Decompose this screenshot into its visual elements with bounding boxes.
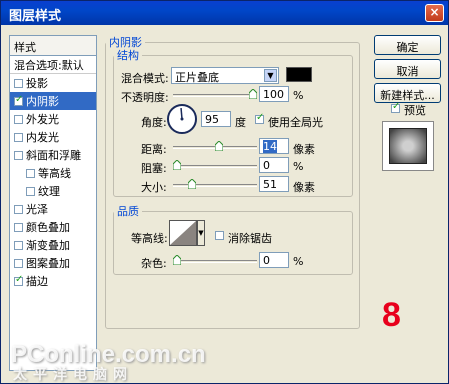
distance-slider-thumb[interactable] bbox=[214, 141, 223, 151]
style-checkbox[interactable] bbox=[14, 132, 23, 142]
distance-value: 14 bbox=[263, 140, 277, 153]
style-list-label: 图案叠加 bbox=[26, 257, 70, 270]
style-list-label: 渐变叠加 bbox=[26, 239, 70, 252]
cancel-button[interactable]: 取消 bbox=[374, 59, 441, 79]
noise-unit: % bbox=[293, 255, 304, 268]
global-light-label: 使用全局光 bbox=[268, 116, 323, 129]
opacity-slider-thumb[interactable] bbox=[249, 89, 257, 99]
size-unit: 像素 bbox=[293, 181, 315, 194]
style-checkbox[interactable] bbox=[14, 204, 23, 214]
noise-slider-track[interactable] bbox=[173, 260, 257, 263]
style-checkbox[interactable] bbox=[14, 274, 23, 286]
preview-label: 预览 bbox=[404, 104, 426, 117]
blending-options-item[interactable]: 混合选项:默认 bbox=[10, 56, 96, 74]
style-checkbox[interactable] bbox=[14, 78, 23, 88]
step-number: 8 bbox=[382, 296, 401, 334]
opacity-slider-track[interactable] bbox=[173, 94, 257, 97]
contour-dropdown-icon[interactable]: ▼ bbox=[197, 220, 205, 246]
style-list-item[interactable]: 内发光 bbox=[10, 128, 96, 146]
style-list-label: 内阴影 bbox=[26, 95, 59, 108]
preview-checkbox[interactable] bbox=[391, 101, 400, 113]
size-input[interactable]: 51 bbox=[259, 176, 289, 192]
style-checkbox[interactable] bbox=[14, 240, 23, 250]
watermark-subtext: 太平洋电脑网 bbox=[13, 367, 133, 383]
contour-curve-icon bbox=[170, 221, 196, 245]
angle-input[interactable]: 95 bbox=[201, 111, 231, 127]
style-list-label: 等高线 bbox=[38, 167, 71, 180]
choke-slider-track[interactable] bbox=[173, 165, 257, 168]
size-label: 大小: bbox=[141, 181, 167, 194]
ok-button[interactable]: 确定 bbox=[374, 35, 441, 55]
choke-label: 阻塞: bbox=[141, 162, 167, 175]
style-list-item[interactable]: 光泽 bbox=[10, 200, 96, 218]
style-checkbox[interactable] bbox=[14, 222, 23, 232]
style-checkbox[interactable] bbox=[26, 168, 35, 178]
blend-mode-label: 混合模式: bbox=[121, 72, 169, 85]
style-list-label: 纹理 bbox=[38, 185, 60, 198]
style-checkbox[interactable] bbox=[26, 186, 35, 196]
angle-unit: 度 bbox=[235, 116, 246, 129]
close-button[interactable]: × bbox=[425, 4, 444, 22]
styles-list: 样式 混合选项:默认 投影内阴影外发光内发光斜面和浮雕等高线纹理光泽颜色叠加渐变… bbox=[9, 35, 97, 371]
title-bar: 图层样式 × bbox=[1, 1, 448, 25]
choke-slider-thumb[interactable] bbox=[173, 160, 181, 170]
style-list-item[interactable]: 斜面和浮雕 bbox=[10, 146, 96, 164]
styles-header[interactable]: 样式 bbox=[10, 36, 96, 56]
blend-mode-select[interactable]: 正片叠底 ▼ bbox=[171, 67, 279, 84]
layer-style-dialog: 图层样式 × 样式 混合选项:默认 投影内阴影外发光内发光斜面和浮雕等高线纹理光… bbox=[0, 0, 449, 384]
quality-legend: 品质 bbox=[117, 205, 139, 218]
chevron-down-icon[interactable]: ▼ bbox=[264, 69, 277, 82]
style-list-item[interactable]: 内阴影 bbox=[10, 92, 96, 110]
style-list-label: 斜面和浮雕 bbox=[26, 149, 81, 162]
style-list-item[interactable]: 投影 bbox=[10, 74, 96, 92]
style-list-label: 颜色叠加 bbox=[26, 221, 70, 234]
distance-label: 距离: bbox=[141, 143, 167, 156]
noise-label: 杂色: bbox=[141, 257, 167, 270]
preview-swatch bbox=[389, 128, 427, 164]
style-list-item[interactable]: 外发光 bbox=[10, 110, 96, 128]
style-list-label: 内发光 bbox=[26, 131, 59, 144]
blend-mode-value: 正片叠底 bbox=[175, 71, 219, 84]
choke-unit: % bbox=[293, 160, 304, 173]
style-list-item[interactable]: 渐变叠加 bbox=[10, 236, 96, 254]
style-list-label: 描边 bbox=[26, 275, 48, 288]
opacity-label: 不透明度: bbox=[121, 91, 169, 104]
style-list-label: 光泽 bbox=[26, 203, 48, 216]
style-list-item[interactable]: 等高线 bbox=[10, 164, 96, 182]
angle-label: 角度: bbox=[141, 116, 167, 129]
contour-label: 等高线: bbox=[131, 232, 168, 245]
new-style-button[interactable]: 新建样式... bbox=[374, 83, 441, 103]
style-list-item[interactable]: 图案叠加 bbox=[10, 254, 96, 272]
noise-input[interactable]: 0 bbox=[259, 252, 289, 268]
style-list-item[interactable]: 颜色叠加 bbox=[10, 218, 96, 236]
style-list-item[interactable]: 描边 bbox=[10, 272, 96, 290]
noise-slider-thumb[interactable] bbox=[173, 255, 181, 265]
style-list-item[interactable]: 纹理 bbox=[10, 182, 96, 200]
window-title: 图层样式 bbox=[9, 9, 62, 24]
opacity-input[interactable]: 100 bbox=[259, 86, 289, 102]
style-checkbox[interactable] bbox=[14, 114, 23, 124]
style-checkbox[interactable] bbox=[14, 258, 23, 268]
blend-color-swatch[interactable] bbox=[286, 67, 312, 82]
angle-dial-needle bbox=[180, 107, 184, 121]
global-light-checkbox[interactable] bbox=[255, 112, 264, 124]
size-slider-track[interactable] bbox=[173, 184, 257, 187]
size-slider-thumb[interactable] bbox=[188, 179, 197, 189]
opacity-unit: % bbox=[293, 89, 304, 102]
style-checkbox[interactable] bbox=[14, 94, 23, 106]
structure-legend: 结构 bbox=[117, 49, 139, 62]
antialias-checkbox[interactable] bbox=[215, 231, 224, 240]
style-preview bbox=[382, 121, 434, 171]
style-list-label: 外发光 bbox=[26, 113, 59, 126]
contour-picker[interactable] bbox=[169, 220, 197, 246]
distance-unit: 像素 bbox=[293, 143, 315, 156]
style-checkbox[interactable] bbox=[14, 150, 23, 160]
style-list-label: 投影 bbox=[26, 77, 48, 90]
choke-input[interactable]: 0 bbox=[259, 157, 289, 173]
angle-dial[interactable] bbox=[167, 104, 197, 134]
antialias-label: 消除锯齿 bbox=[228, 232, 272, 245]
distance-input[interactable]: 14 bbox=[259, 138, 289, 154]
